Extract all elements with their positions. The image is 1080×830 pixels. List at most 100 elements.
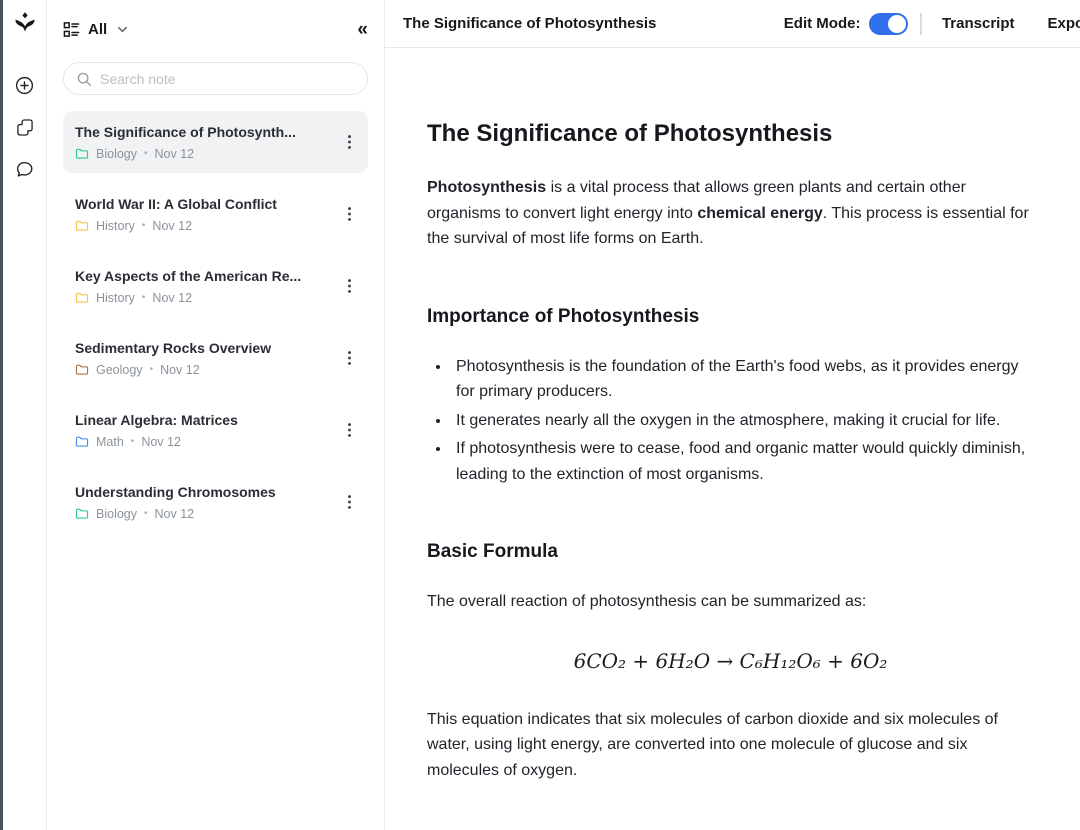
kebab-menu-icon [347, 134, 352, 150]
topbar: The Significance of Photosynthesis Edit … [385, 0, 1080, 48]
note-list-item[interactable]: Sedimentary Rocks Overview Geology • Nov… [63, 327, 368, 389]
note-list-item[interactable]: World War II: A Global Conflict History … [63, 183, 368, 245]
note-category: Math [96, 435, 124, 449]
topbar-divider [920, 13, 922, 35]
main-panel: The Significance of Photosynthesis Edit … [385, 0, 1080, 830]
note-date: Nov 12 [160, 363, 200, 377]
chevron-down-icon [115, 22, 130, 37]
note-title: Understanding Chromosomes [75, 484, 341, 500]
note-list-item[interactable]: Key Aspects of the American Re... Histor… [63, 255, 368, 317]
importance-bullet: It generates nearly all the oxygen in th… [451, 408, 1034, 434]
note-menu-button[interactable] [341, 490, 358, 514]
note-item-main: Linear Algebra: Matrices Math • Nov 12 [75, 412, 341, 449]
formula-outro-paragraph: This equation indicates that six molecul… [427, 707, 1034, 784]
note-menu-button[interactable] [341, 418, 358, 442]
export-button[interactable]: Export [1047, 15, 1080, 32]
note-meta: Biology • Nov 12 [75, 507, 341, 521]
transcript-button[interactable]: Transcript [942, 15, 1015, 32]
kebab-menu-icon [347, 494, 352, 510]
importance-list: Photosynthesis is the foundation of the … [427, 354, 1034, 488]
note-menu-button[interactable] [341, 130, 358, 154]
kebab-menu-icon [347, 350, 352, 366]
note-list: The Significance of Photosynth... Biolog… [63, 111, 368, 533]
importance-bullet: If photosynthesis were to cease, food an… [451, 436, 1034, 487]
meta-separator: • [142, 220, 146, 231]
note-category: Biology [96, 507, 137, 521]
sidebar-header: All « [63, 16, 368, 42]
formula-heading: Basic Formula [427, 541, 1034, 563]
add-note-icon [14, 75, 35, 96]
app-window: All « The Significance of Photosynt [0, 0, 1080, 830]
note-item-main: Key Aspects of the American Re... Histor… [75, 268, 341, 305]
kebab-menu-icon [347, 206, 352, 222]
app-logo[interactable] [12, 11, 38, 37]
collapse-sidebar-button[interactable]: « [357, 20, 368, 39]
note-date: Nov 12 [152, 219, 192, 233]
edit-mode-toggle[interactable] [869, 13, 908, 35]
note-item-main: Sedimentary Rocks Overview Geology • Nov… [75, 340, 341, 377]
note-category: Geology [96, 363, 143, 377]
search-input[interactable] [100, 71, 355, 87]
note-item-main: World War II: A Global Conflict History … [75, 196, 341, 233]
edit-mode-label: Edit Mode: [784, 15, 861, 32]
note-document: The Significance of Photosynthesis Photo… [427, 48, 1034, 803]
kebab-menu-icon [347, 278, 352, 294]
bird-star-logo-icon [12, 11, 38, 37]
meta-separator: • [150, 364, 154, 375]
note-menu-button[interactable] [341, 202, 358, 226]
intro-paragraph: Photosynthesis is a vital process that a… [427, 175, 1034, 252]
meta-separator: • [142, 292, 146, 303]
note-list-item[interactable]: Understanding Chromosomes Biology • Nov … [63, 471, 368, 533]
notes-filter-dropdown[interactable]: All [63, 21, 130, 38]
chat-bubble-icon [14, 159, 35, 180]
meta-separator: • [144, 148, 148, 159]
note-date: Nov 12 [141, 435, 181, 449]
note-list-item[interactable]: The Significance of Photosynth... Biolog… [63, 111, 368, 173]
folder-icon [75, 363, 89, 377]
note-date: Nov 12 [155, 147, 195, 161]
chemical-formula: 6CO₂ + 6H₂O → C₆H₁₂O₆ + 6O₂ [427, 649, 1034, 673]
meta-separator: • [131, 436, 135, 447]
importance-bullet: Photosynthesis is the foundation of the … [451, 354, 1034, 405]
list-collections-icon [63, 21, 80, 38]
note-category: History [96, 291, 135, 305]
note-meta: Biology • Nov 12 [75, 147, 341, 161]
note-category: History [96, 219, 135, 233]
folder-icon [75, 435, 89, 449]
note-item-main: The Significance of Photosynth... Biolog… [75, 124, 341, 161]
search-box [63, 62, 368, 95]
filter-label: All [88, 21, 107, 38]
note-title: World War II: A Global Conflict [75, 196, 341, 212]
sidebar: All « The Significance of Photosynt [47, 0, 385, 830]
toggle-knob [888, 15, 906, 33]
folder-icon [75, 291, 89, 305]
document-title: The Significance of Photosynthesis [427, 118, 1034, 149]
meta-separator: • [144, 508, 148, 519]
note-date: Nov 12 [155, 507, 195, 521]
add-note-button[interactable] [12, 73, 37, 98]
formula-lead-paragraph: The overall reaction of photosynthesis c… [427, 589, 1034, 615]
folder-icon [75, 507, 89, 521]
note-title: Sedimentary Rocks Overview [75, 340, 341, 356]
copy-documents-button[interactable] [13, 115, 37, 140]
document-area[interactable]: The Significance of Photosynthesis Photo… [385, 48, 1080, 830]
search-icon [76, 71, 92, 87]
kebab-menu-icon [347, 422, 352, 438]
folder-icon [75, 219, 89, 233]
importance-heading: Importance of Photosynthesis [427, 306, 1034, 328]
note-list-item[interactable]: Linear Algebra: Matrices Math • Nov 12 [63, 399, 368, 461]
note-menu-button[interactable] [341, 274, 358, 298]
note-title: Linear Algebra: Matrices [75, 412, 341, 428]
topbar-note-title: The Significance of Photosynthesis [403, 15, 656, 32]
note-meta: Math • Nov 12 [75, 435, 341, 449]
note-meta: History • Nov 12 [75, 291, 341, 305]
copy-documents-icon [15, 117, 35, 138]
note-menu-button[interactable] [341, 346, 358, 370]
chat-button[interactable] [12, 157, 37, 182]
folder-icon [75, 147, 89, 161]
note-date: Nov 12 [152, 291, 192, 305]
icon-rail [3, 0, 47, 830]
collapse-sidebar-icon: « [357, 19, 368, 40]
note-item-main: Understanding Chromosomes Biology • Nov … [75, 484, 341, 521]
note-meta: Geology • Nov 12 [75, 363, 341, 377]
